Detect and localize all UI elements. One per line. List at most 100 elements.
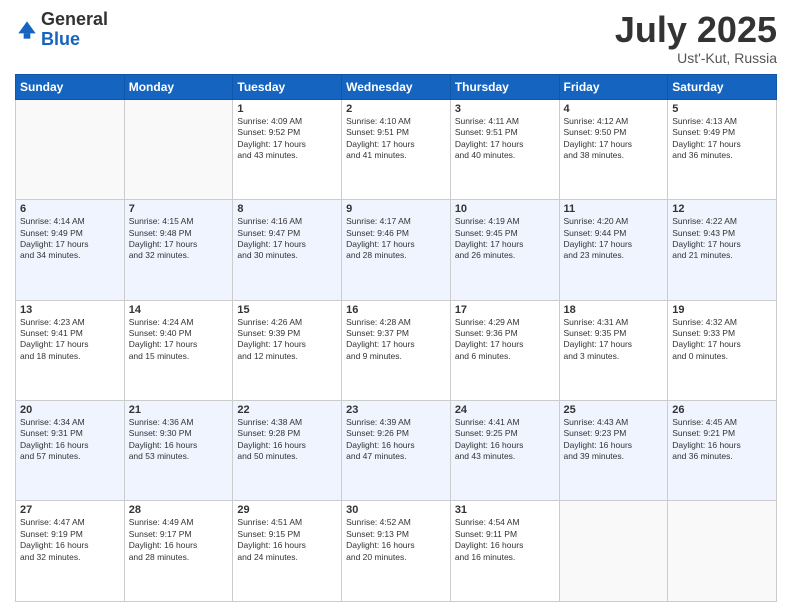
col-tuesday: Tuesday xyxy=(233,74,342,99)
day-cell: 2Sunrise: 4:10 AM Sunset: 9:51 PM Daylig… xyxy=(342,99,451,199)
day-number: 3 xyxy=(455,103,555,115)
logo-icon xyxy=(17,20,37,40)
title-block: July 2025 Ust'-Kut, Russia xyxy=(615,10,777,66)
day-info: Sunrise: 4:10 AM Sunset: 9:51 PM Dayligh… xyxy=(346,116,446,162)
day-number: 30 xyxy=(346,504,446,516)
day-cell: 24Sunrise: 4:41 AM Sunset: 9:25 PM Dayli… xyxy=(450,401,559,501)
day-number: 21 xyxy=(129,404,229,416)
day-info: Sunrise: 4:26 AM Sunset: 9:39 PM Dayligh… xyxy=(237,317,337,363)
day-cell: 19Sunrise: 4:32 AM Sunset: 9:33 PM Dayli… xyxy=(668,300,777,400)
day-info: Sunrise: 4:45 AM Sunset: 9:21 PM Dayligh… xyxy=(672,417,772,463)
day-info: Sunrise: 4:20 AM Sunset: 9:44 PM Dayligh… xyxy=(564,216,664,262)
day-number: 11 xyxy=(564,203,664,215)
day-info: Sunrise: 4:23 AM Sunset: 9:41 PM Dayligh… xyxy=(20,317,120,363)
week-row-4: 20Sunrise: 4:34 AM Sunset: 9:31 PM Dayli… xyxy=(16,401,777,501)
day-info: Sunrise: 4:13 AM Sunset: 9:49 PM Dayligh… xyxy=(672,116,772,162)
day-number: 6 xyxy=(20,203,120,215)
day-info: Sunrise: 4:15 AM Sunset: 9:48 PM Dayligh… xyxy=(129,216,229,262)
day-cell: 25Sunrise: 4:43 AM Sunset: 9:23 PM Dayli… xyxy=(559,401,668,501)
day-cell: 23Sunrise: 4:39 AM Sunset: 9:26 PM Dayli… xyxy=(342,401,451,501)
day-cell: 10Sunrise: 4:19 AM Sunset: 9:45 PM Dayli… xyxy=(450,200,559,300)
day-info: Sunrise: 4:28 AM Sunset: 9:37 PM Dayligh… xyxy=(346,317,446,363)
day-number: 17 xyxy=(455,304,555,316)
day-cell: 20Sunrise: 4:34 AM Sunset: 9:31 PM Dayli… xyxy=(16,401,125,501)
day-cell xyxy=(16,99,125,199)
day-cell: 17Sunrise: 4:29 AM Sunset: 9:36 PM Dayli… xyxy=(450,300,559,400)
week-row-1: 1Sunrise: 4:09 AM Sunset: 9:52 PM Daylig… xyxy=(16,99,777,199)
col-wednesday: Wednesday xyxy=(342,74,451,99)
day-cell: 8Sunrise: 4:16 AM Sunset: 9:47 PM Daylig… xyxy=(233,200,342,300)
header-row: Sunday Monday Tuesday Wednesday Thursday… xyxy=(16,74,777,99)
col-thursday: Thursday xyxy=(450,74,559,99)
day-number: 22 xyxy=(237,404,337,416)
day-number: 5 xyxy=(672,103,772,115)
day-info: Sunrise: 4:36 AM Sunset: 9:30 PM Dayligh… xyxy=(129,417,229,463)
day-cell: 27Sunrise: 4:47 AM Sunset: 9:19 PM Dayli… xyxy=(16,501,125,602)
day-info: Sunrise: 4:41 AM Sunset: 9:25 PM Dayligh… xyxy=(455,417,555,463)
day-cell: 6Sunrise: 4:14 AM Sunset: 9:49 PM Daylig… xyxy=(16,200,125,300)
day-cell: 3Sunrise: 4:11 AM Sunset: 9:51 PM Daylig… xyxy=(450,99,559,199)
day-info: Sunrise: 4:09 AM Sunset: 9:52 PM Dayligh… xyxy=(237,116,337,162)
day-cell xyxy=(668,501,777,602)
day-number: 1 xyxy=(237,103,337,115)
day-number: 29 xyxy=(237,504,337,516)
logo-blue: Blue xyxy=(41,29,80,49)
day-info: Sunrise: 4:52 AM Sunset: 9:13 PM Dayligh… xyxy=(346,517,446,563)
day-cell: 16Sunrise: 4:28 AM Sunset: 9:37 PM Dayli… xyxy=(342,300,451,400)
day-info: Sunrise: 4:24 AM Sunset: 9:40 PM Dayligh… xyxy=(129,317,229,363)
day-number: 18 xyxy=(564,304,664,316)
day-number: 25 xyxy=(564,404,664,416)
day-info: Sunrise: 4:19 AM Sunset: 9:45 PM Dayligh… xyxy=(455,216,555,262)
day-info: Sunrise: 4:38 AM Sunset: 9:28 PM Dayligh… xyxy=(237,417,337,463)
page: General Blue July 2025 Ust'-Kut, Russia … xyxy=(0,0,792,612)
week-row-3: 13Sunrise: 4:23 AM Sunset: 9:41 PM Dayli… xyxy=(16,300,777,400)
day-cell: 30Sunrise: 4:52 AM Sunset: 9:13 PM Dayli… xyxy=(342,501,451,602)
day-number: 16 xyxy=(346,304,446,316)
day-cell: 21Sunrise: 4:36 AM Sunset: 9:30 PM Dayli… xyxy=(124,401,233,501)
day-number: 15 xyxy=(237,304,337,316)
day-info: Sunrise: 4:54 AM Sunset: 9:11 PM Dayligh… xyxy=(455,517,555,563)
day-cell: 5Sunrise: 4:13 AM Sunset: 9:49 PM Daylig… xyxy=(668,99,777,199)
day-number: 9 xyxy=(346,203,446,215)
header: General Blue July 2025 Ust'-Kut, Russia xyxy=(15,10,777,66)
day-number: 19 xyxy=(672,304,772,316)
day-info: Sunrise: 4:32 AM Sunset: 9:33 PM Dayligh… xyxy=(672,317,772,363)
logo: General Blue xyxy=(15,10,108,50)
day-cell xyxy=(559,501,668,602)
day-cell xyxy=(124,99,233,199)
day-cell: 22Sunrise: 4:38 AM Sunset: 9:28 PM Dayli… xyxy=(233,401,342,501)
day-number: 2 xyxy=(346,103,446,115)
day-cell: 9Sunrise: 4:17 AM Sunset: 9:46 PM Daylig… xyxy=(342,200,451,300)
week-row-5: 27Sunrise: 4:47 AM Sunset: 9:19 PM Dayli… xyxy=(16,501,777,602)
day-info: Sunrise: 4:16 AM Sunset: 9:47 PM Dayligh… xyxy=(237,216,337,262)
day-number: 7 xyxy=(129,203,229,215)
day-number: 20 xyxy=(20,404,120,416)
day-info: Sunrise: 4:17 AM Sunset: 9:46 PM Dayligh… xyxy=(346,216,446,262)
day-number: 12 xyxy=(672,203,772,215)
day-info: Sunrise: 4:47 AM Sunset: 9:19 PM Dayligh… xyxy=(20,517,120,563)
day-cell: 4Sunrise: 4:12 AM Sunset: 9:50 PM Daylig… xyxy=(559,99,668,199)
day-cell: 29Sunrise: 4:51 AM Sunset: 9:15 PM Dayli… xyxy=(233,501,342,602)
day-info: Sunrise: 4:12 AM Sunset: 9:50 PM Dayligh… xyxy=(564,116,664,162)
day-info: Sunrise: 4:31 AM Sunset: 9:35 PM Dayligh… xyxy=(564,317,664,363)
day-info: Sunrise: 4:43 AM Sunset: 9:23 PM Dayligh… xyxy=(564,417,664,463)
logo-text: General Blue xyxy=(41,10,108,50)
day-cell: 1Sunrise: 4:09 AM Sunset: 9:52 PM Daylig… xyxy=(233,99,342,199)
day-cell: 26Sunrise: 4:45 AM Sunset: 9:21 PM Dayli… xyxy=(668,401,777,501)
logo-general: General xyxy=(41,9,108,29)
day-info: Sunrise: 4:51 AM Sunset: 9:15 PM Dayligh… xyxy=(237,517,337,563)
day-number: 27 xyxy=(20,504,120,516)
calendar: Sunday Monday Tuesday Wednesday Thursday… xyxy=(15,74,777,602)
day-info: Sunrise: 4:49 AM Sunset: 9:17 PM Dayligh… xyxy=(129,517,229,563)
day-number: 8 xyxy=(237,203,337,215)
day-number: 10 xyxy=(455,203,555,215)
day-number: 4 xyxy=(564,103,664,115)
day-number: 24 xyxy=(455,404,555,416)
day-info: Sunrise: 4:22 AM Sunset: 9:43 PM Dayligh… xyxy=(672,216,772,262)
day-cell: 11Sunrise: 4:20 AM Sunset: 9:44 PM Dayli… xyxy=(559,200,668,300)
day-number: 13 xyxy=(20,304,120,316)
col-saturday: Saturday xyxy=(668,74,777,99)
day-cell: 14Sunrise: 4:24 AM Sunset: 9:40 PM Dayli… xyxy=(124,300,233,400)
day-cell: 12Sunrise: 4:22 AM Sunset: 9:43 PM Dayli… xyxy=(668,200,777,300)
col-sunday: Sunday xyxy=(16,74,125,99)
